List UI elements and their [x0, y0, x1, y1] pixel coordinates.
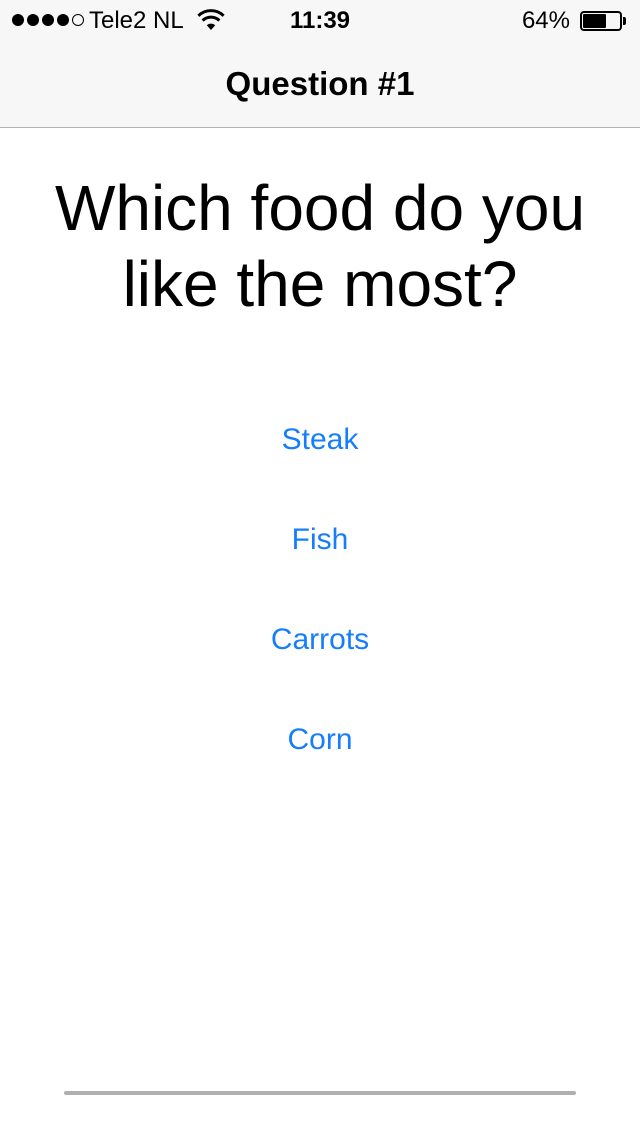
top-chrome: Tele2 NL 11:39 64% Question #1: [0, 0, 640, 128]
question-text: Which food do you like the most?: [0, 170, 640, 322]
question-line-2: like the most?: [122, 248, 518, 320]
answer-button-fish[interactable]: Fish: [0, 490, 640, 590]
battery-tip: [623, 17, 626, 25]
answer-button-steak[interactable]: Steak: [0, 390, 640, 490]
answer-button-carrots[interactable]: Carrots: [0, 590, 640, 690]
battery-icon: [580, 11, 626, 31]
battery-percentage: 64%: [521, 7, 570, 34]
battery-level-fill: [583, 14, 606, 28]
status-bar: Tele2 NL 11:39 64%: [0, 0, 640, 40]
answer-list: Steak Fish Carrots Corn: [0, 390, 640, 790]
answer-button-corn[interactable]: Corn: [0, 690, 640, 790]
screen: Tele2 NL 11:39 64% Question #1 Which foo…: [0, 0, 640, 1136]
navigation-title: Question #1: [225, 65, 415, 102]
question-line-1: Which food do you: [54, 172, 586, 244]
home-indicator[interactable]: [64, 1091, 576, 1095]
